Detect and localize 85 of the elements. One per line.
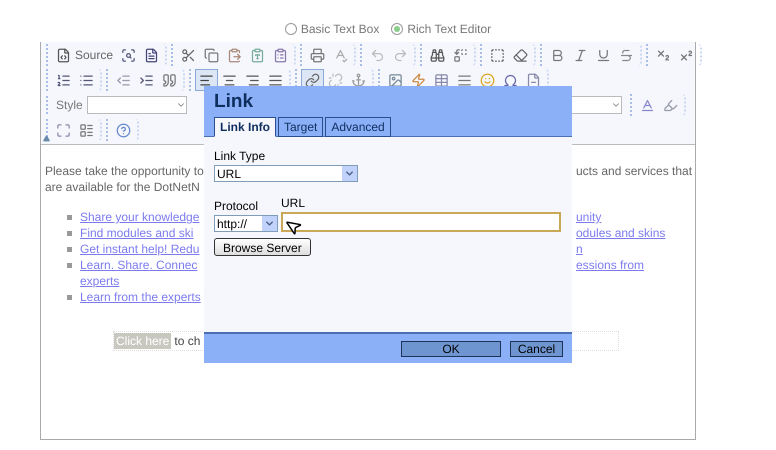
- preview-icon: [121, 48, 136, 62]
- bullet-list-icon: [79, 72, 94, 88]
- subscript-icon: [656, 48, 672, 62]
- url-field[interactable]: [281, 212, 561, 232]
- content-link[interactable]: odules and skins: [576, 225, 666, 241]
- radio-option[interactable]: Rich Text Editor: [391, 15, 492, 42]
- clipboard-list-icon: [273, 48, 288, 62]
- select-all-icon: [490, 48, 506, 62]
- radio-button[interactable]: [284, 22, 297, 34]
- protocol-select[interactable]: http://: [214, 215, 278, 232]
- radio-button[interactable]: [391, 22, 404, 34]
- align-right-icon: [245, 72, 260, 88]
- placeholder-text: to ch: [174, 333, 200, 349]
- link-icon: [305, 72, 320, 88]
- content-link[interactable]: experts: [80, 273, 120, 289]
- flash-icon: [411, 72, 426, 88]
- content-link[interactable]: Share your knowledge: [80, 210, 200, 224]
- numbered-list-icon: [56, 72, 71, 88]
- protocol-label: Protocol: [214, 198, 260, 215]
- clipboard-text-icon: [250, 48, 266, 62]
- anchor-icon: [351, 72, 366, 88]
- align-left-icon: [199, 72, 214, 88]
- collapse-icon[interactable]: [43, 135, 50, 142]
- bold-icon: [550, 48, 566, 62]
- indent-icon: [139, 72, 154, 88]
- content-link[interactable]: Find modules and ski: [80, 226, 194, 240]
- content-link[interactable]: Learn from the experts: [80, 290, 201, 304]
- underline-icon: [596, 48, 612, 62]
- cut-icon: [181, 48, 196, 62]
- spellcheck-icon: [333, 48, 348, 62]
- url-label: URL: [281, 195, 306, 212]
- page-break-icon: [526, 72, 541, 88]
- dialog-tab[interactable]: Link Info: [214, 117, 276, 137]
- italic-icon: [573, 48, 588, 62]
- content-link[interactable]: essions from: [576, 257, 644, 273]
- strikethrough-icon: [619, 48, 634, 62]
- link-type-select[interactable]: URL: [214, 165, 358, 182]
- copy-icon: [204, 48, 220, 62]
- link-type-label: Link Type: [214, 148, 266, 165]
- horizontal-lines-icon: [457, 72, 472, 88]
- unlink-icon: [328, 72, 343, 88]
- superscript-icon: [679, 48, 694, 62]
- help-icon: [116, 122, 131, 138]
- bullet-icon: [67, 246, 72, 252]
- table-icon: [434, 72, 449, 88]
- style-label: Style: [56, 97, 83, 114]
- dialog-tab[interactable]: Advanced: [325, 117, 391, 137]
- omega-icon: [503, 72, 518, 88]
- dialog-title: Link: [214, 90, 254, 114]
- text-color-icon: [640, 98, 655, 112]
- smiley-icon: [480, 72, 495, 88]
- paragraph-text: Please take the opportunity to: [45, 164, 204, 178]
- dialog-button[interactable]: OK: [401, 340, 501, 356]
- show-blocks-icon: [79, 122, 94, 138]
- eraser-icon: [513, 48, 528, 62]
- content-link[interactable]: unity: [576, 209, 602, 225]
- document-icon: [144, 48, 160, 62]
- radio-option[interactable]: Basic Text Box: [284, 15, 380, 42]
- binoculars-icon: [430, 48, 446, 62]
- paragraph-text: ucts and services that: [576, 163, 692, 179]
- bullet-icon: [67, 230, 72, 236]
- browse-server-button[interactable]: Browse Server: [214, 238, 311, 256]
- dialog-button[interactable]: Cancel: [510, 340, 563, 356]
- content-link[interactable]: Learn. Share. Connec: [80, 258, 198, 272]
- content-link[interactable]: Get instant help! Redu: [80, 242, 200, 256]
- quote-icon: [162, 72, 177, 88]
- maximize-icon: [56, 122, 71, 138]
- outdent-icon: [116, 72, 131, 88]
- align-center-icon: [222, 72, 237, 88]
- undo-icon: [370, 48, 386, 62]
- highlight-color-icon: [663, 98, 678, 112]
- replace-icon: [453, 48, 468, 62]
- paragraph-text: are available for the DotNetN: [45, 180, 200, 194]
- bullet-icon: [67, 262, 72, 268]
- paste-icon: [227, 48, 242, 62]
- redo-icon: [393, 48, 408, 62]
- content-link[interactable]: n: [576, 241, 583, 257]
- dialog-tab[interactable]: Target: [278, 117, 324, 137]
- print-icon: [310, 48, 326, 62]
- image-icon: [388, 72, 403, 88]
- bullet-icon: [67, 214, 72, 220]
- bullet-icon: [67, 294, 72, 300]
- source-icon: [56, 48, 71, 62]
- justify-icon: [268, 72, 283, 88]
- toolbar-button[interactable]: Source: [52, 44, 118, 66]
